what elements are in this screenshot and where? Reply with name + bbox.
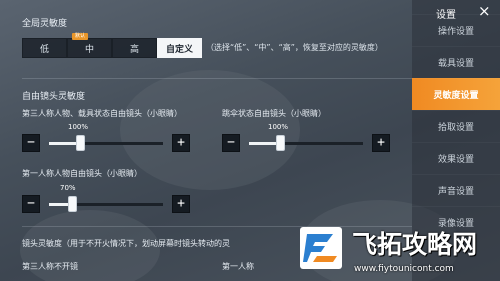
preset-label: 自定义 [165, 44, 193, 55]
third-person-no-scope-label: 第三人称不开镜 [22, 262, 78, 271]
watermark-url: www.fiytounicont.com [354, 264, 454, 274]
watermark-title: 飞拓攻略网 [352, 230, 478, 259]
increase-button[interactable]: + [372, 134, 390, 152]
first-person-free-camera-slider: − 70% + [22, 184, 190, 213]
sidebar-item-pickup[interactable]: 拾取设置 [412, 110, 500, 142]
slider-thumb[interactable] [76, 135, 85, 151]
slider-label: 第三人称人物、载具状态自由镜头（小眼睛） [22, 109, 182, 118]
sidebar-menu: 操作设置 载具设置 灵敏度设置 拾取设置 效果设置 声音设置 录像设置 [412, 14, 500, 238]
slider-track[interactable] [249, 135, 363, 151]
first-person-label: 第一人称 [222, 262, 254, 271]
watermark-logo-icon [300, 227, 342, 269]
slider-track[interactable] [49, 196, 163, 212]
lens-sensitivity-title: 镜头灵敏度（用于不开火情况下，划动屏幕时镜头转动的灵 [22, 238, 230, 249]
slider-track[interactable] [49, 135, 163, 151]
slider-percent: 100% [268, 123, 289, 131]
sensitivity-preset-group: 低 默认 中 高 自定义 [22, 33, 202, 58]
decrease-button[interactable]: − [222, 134, 240, 152]
sidebar-item-sensitivity[interactable]: 灵敏度设置 [412, 78, 500, 110]
preset-label: 低 [39, 44, 49, 55]
free-camera-title: 自由镜头灵敏度 [22, 92, 86, 102]
slider-thumb[interactable] [68, 196, 77, 212]
preset-custom-button[interactable]: 自定义 [157, 38, 202, 58]
lens-title: 镜头灵敏度 [22, 239, 62, 248]
sidebar-item-sound[interactable]: 声音设置 [412, 174, 500, 206]
global-sensitivity-title: 全局灵敏度 [22, 19, 68, 29]
increase-button[interactable]: + [172, 134, 190, 152]
increase-button[interactable]: + [172, 195, 190, 213]
preset-medium-button[interactable]: 默认 中 [67, 33, 112, 58]
decrease-button[interactable]: − [22, 195, 40, 213]
sidebar-item-controls[interactable]: 操作设置 [412, 14, 500, 46]
sidebar-item-effects[interactable]: 效果设置 [412, 142, 500, 174]
preset-high-button[interactable]: 高 [112, 38, 157, 58]
watermark: 飞拓攻略网 www.fiytounicont.com [300, 221, 500, 281]
decrease-button[interactable]: − [22, 134, 40, 152]
slider-percent: 100% [68, 123, 89, 131]
third-person-free-camera-slider: − 100% + [22, 123, 190, 152]
slider-label: 跳伞状态自由镜头（小眼睛） [222, 109, 326, 118]
default-badge: 默认 [72, 33, 89, 40]
logo-graphic [303, 234, 337, 262]
parachute-free-camera-slider: − 100% + [222, 123, 390, 152]
slider-label: 第一人称人物自由镜头（小眼睛） [22, 169, 142, 178]
preset-low-button[interactable]: 低 [22, 38, 67, 58]
slider-thumb[interactable] [276, 135, 285, 151]
sidebar-item-vehicle[interactable]: 载具设置 [412, 46, 500, 78]
divider [22, 78, 412, 79]
lens-description: （用于不开火情况下，划动屏幕时镜头转动的灵 [62, 239, 230, 248]
preset-label: 中 [84, 44, 94, 55]
preset-label: 高 [129, 44, 139, 55]
slider-percent: 70% [60, 184, 76, 192]
preset-hint: （选择“低”、“中”、“高”，恢复至对应的灵敏度） [206, 43, 383, 52]
